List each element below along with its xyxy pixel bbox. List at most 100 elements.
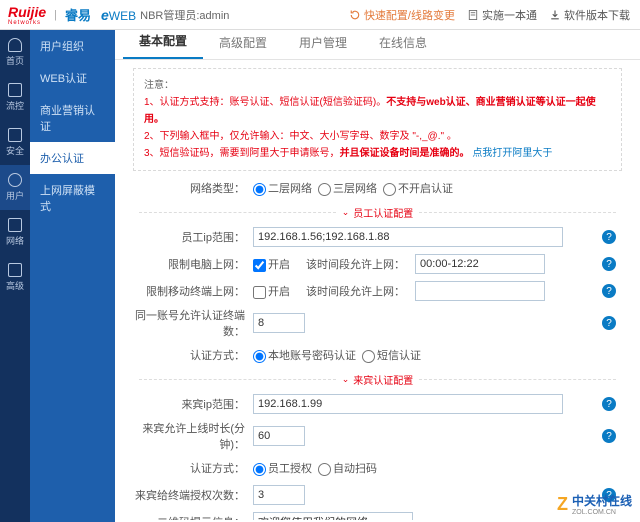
- row-net-type: 网络类型： 二层网络 三层网络 不开启认证: [133, 177, 622, 199]
- divider-guest: ⌄来宾认证配置: [133, 372, 622, 387]
- row-staff-ip: 员工ip范围： ?: [133, 226, 622, 248]
- admin-label: NBR管理员:admin: [140, 7, 229, 23]
- staff-ip-input[interactable]: [253, 227, 563, 247]
- sidebar: 用户组织 WEB认证 商业营销认证 办公认证 上网屏蔽模式: [30, 30, 115, 522]
- help-icon[interactable]: ?: [602, 397, 616, 411]
- quick-config-link[interactable]: 快速配置/线路变更: [349, 7, 455, 23]
- tab-online[interactable]: 在线信息: [363, 30, 443, 59]
- shield-icon: [8, 128, 22, 142]
- help-icon[interactable]: ?: [602, 316, 616, 330]
- guest-auth-staff-radio[interactable]: [253, 463, 266, 476]
- mobile-time-label: 该时间段允许上网：: [306, 283, 405, 299]
- guest-online-input[interactable]: [253, 426, 305, 446]
- net-type-off-radio[interactable]: [383, 183, 396, 196]
- limit-pc-checkbox[interactable]: [253, 259, 266, 272]
- guest-ip-label: 来宾ip范围：: [133, 396, 253, 412]
- guest-ip-input[interactable]: [253, 394, 563, 414]
- guest-auth-label: 认证方式：: [133, 460, 253, 476]
- rail-network[interactable]: 网络: [0, 210, 30, 255]
- guest-online-label: 来宾允许上线时长(分钟)：: [133, 420, 253, 452]
- help-icon[interactable]: ?: [602, 230, 616, 244]
- sidebar-item-block-mode[interactable]: 上网屏蔽模式: [30, 174, 115, 222]
- notice-title: 注意：: [144, 77, 611, 94]
- row-same-account: 同一账号允许认证终端数： ?: [133, 307, 622, 339]
- row-guest-ip: 来宾ip范围： ?: [133, 393, 622, 415]
- rail-flow[interactable]: 流控: [0, 75, 30, 120]
- row-auth-mode: 认证方式： 本地账号密码认证 短信认证: [133, 344, 622, 366]
- net-type-l2-radio[interactable]: [253, 183, 266, 196]
- net-type-label: 网络类型：: [133, 180, 253, 196]
- auth-sms[interactable]: 短信认证: [362, 347, 421, 363]
- flow-icon: [8, 83, 22, 97]
- user-icon: [8, 173, 22, 187]
- brand-networks: Networks: [8, 20, 46, 26]
- net-type-l2[interactable]: 二层网络: [253, 180, 312, 196]
- main-layout: 首页 流控 安全 用户 网络 高级 用户组织 WEB认证 商业营销认证 办公认证…: [0, 30, 640, 522]
- content-area: 基本配置 高级配置 用户管理 在线信息 注意： 1、认证方式支持：账号认证、短信…: [115, 30, 640, 522]
- net-type-off[interactable]: 不开启认证: [383, 180, 453, 196]
- notice-line2: 2、下列输入框中，仅允许输入：中文、大小写字母、数字及 "-,_@." 。: [144, 128, 611, 145]
- auth-local[interactable]: 本地账号密码认证: [253, 347, 356, 363]
- qr-tip-label: 二维码提示信息：: [133, 514, 253, 520]
- staff-ip-label: 员工ip范围：: [133, 229, 253, 245]
- rail-home[interactable]: 首页: [0, 30, 30, 75]
- limit-mobile-label: 限制移动终端上网：: [133, 283, 253, 299]
- notice-line1: 1、认证方式支持：账号认证、短信认证(短信验证码)。不支持与web认证、商业营销…: [144, 94, 611, 128]
- tabs: 基本配置 高级配置 用户管理 在线信息: [115, 30, 640, 60]
- same-account-input[interactable]: [253, 313, 305, 333]
- rail-user[interactable]: 用户: [0, 165, 30, 210]
- config-panel: 注意： 1、认证方式支持：账号认证、短信认证(短信验证码)。不支持与web认证、…: [115, 60, 640, 520]
- sidebar-item-user-org[interactable]: 用户组织: [30, 30, 115, 62]
- pc-time-label: 该时间段允许上网：: [306, 256, 405, 272]
- guest-times-input[interactable]: [253, 485, 305, 505]
- sidebar-item-office-auth[interactable]: 办公认证: [30, 142, 115, 174]
- download-icon: [549, 9, 561, 21]
- help-icon[interactable]: ?: [602, 429, 616, 443]
- row-limit-mobile: 限制移动终端上网： 开启 该时间段允许上网： ?: [133, 280, 622, 302]
- brand-en: Ruijie: [8, 4, 46, 20]
- chevron-down-icon: ⌄: [342, 207, 350, 218]
- row-guest-auth: 认证方式： 员工授权 自动扫码: [133, 457, 622, 479]
- top-right-links: 快速配置/线路变更 实施一本通 软件版本下载: [349, 0, 630, 30]
- help-icon[interactable]: ?: [602, 284, 616, 298]
- chevron-down-icon: ⌄: [342, 374, 350, 385]
- help-icon[interactable]: ?: [602, 488, 616, 502]
- rail-security[interactable]: 安全: [0, 120, 30, 165]
- auth-sms-radio[interactable]: [362, 350, 375, 363]
- topbar: Ruijie Networks | 睿易 eWEB NBR管理员:admin 快…: [0, 0, 640, 30]
- notice-line3: 3、短信验证码，需要到阿里大于申请账号，并且保证设备时间是准确的。 点我打开阿里…: [144, 145, 611, 162]
- auth-local-radio[interactable]: [253, 350, 266, 363]
- tab-users[interactable]: 用户管理: [283, 30, 363, 59]
- home-icon: [8, 38, 22, 52]
- limit-mobile-enable[interactable]: 开启: [253, 283, 290, 299]
- guest-times-label: 来宾给终端授权次数：: [133, 487, 253, 503]
- guest-auth-staff[interactable]: 员工授权: [253, 460, 312, 476]
- ali-link[interactable]: 点我打开阿里大于: [472, 148, 552, 159]
- limit-pc-enable[interactable]: 开启: [253, 256, 290, 272]
- same-account-label: 同一账号允许认证终端数：: [133, 307, 253, 339]
- qr-tip-input[interactable]: [253, 512, 413, 520]
- net-type-l3[interactable]: 三层网络: [318, 180, 377, 196]
- eweb-label: eWEB: [101, 7, 136, 23]
- net-type-l3-radio[interactable]: [318, 183, 331, 196]
- help-icon[interactable]: ?: [602, 257, 616, 271]
- tab-basic[interactable]: 基本配置: [123, 30, 203, 59]
- pc-time-input[interactable]: [415, 254, 545, 274]
- divider-staff: ⌄员工认证配置: [133, 205, 622, 220]
- sidebar-item-web-auth[interactable]: WEB认证: [30, 62, 115, 94]
- rail-advanced[interactable]: 高级: [0, 255, 30, 300]
- sidebar-item-marketing-auth[interactable]: 商业营销认证: [30, 94, 115, 142]
- guest-auth-qr[interactable]: 自动扫码: [318, 460, 377, 476]
- download-link[interactable]: 软件版本下载: [549, 7, 630, 23]
- row-qr-tip: 二维码提示信息：: [133, 511, 622, 520]
- row-guest-times: 来宾给终端授权次数： ?: [133, 484, 622, 506]
- limit-pc-label: 限制电脑上网：: [133, 256, 253, 272]
- auth-mode-label: 认证方式：: [133, 347, 253, 363]
- mobile-time-input[interactable]: [415, 281, 545, 301]
- book-link[interactable]: 实施一本通: [467, 7, 537, 23]
- limit-mobile-checkbox[interactable]: [253, 286, 266, 299]
- guest-auth-qr-radio[interactable]: [318, 463, 331, 476]
- tab-advanced[interactable]: 高级配置: [203, 30, 283, 59]
- row-guest-online: 来宾允许上线时长(分钟)： ?: [133, 420, 622, 452]
- brand-cn: 睿易: [65, 5, 91, 24]
